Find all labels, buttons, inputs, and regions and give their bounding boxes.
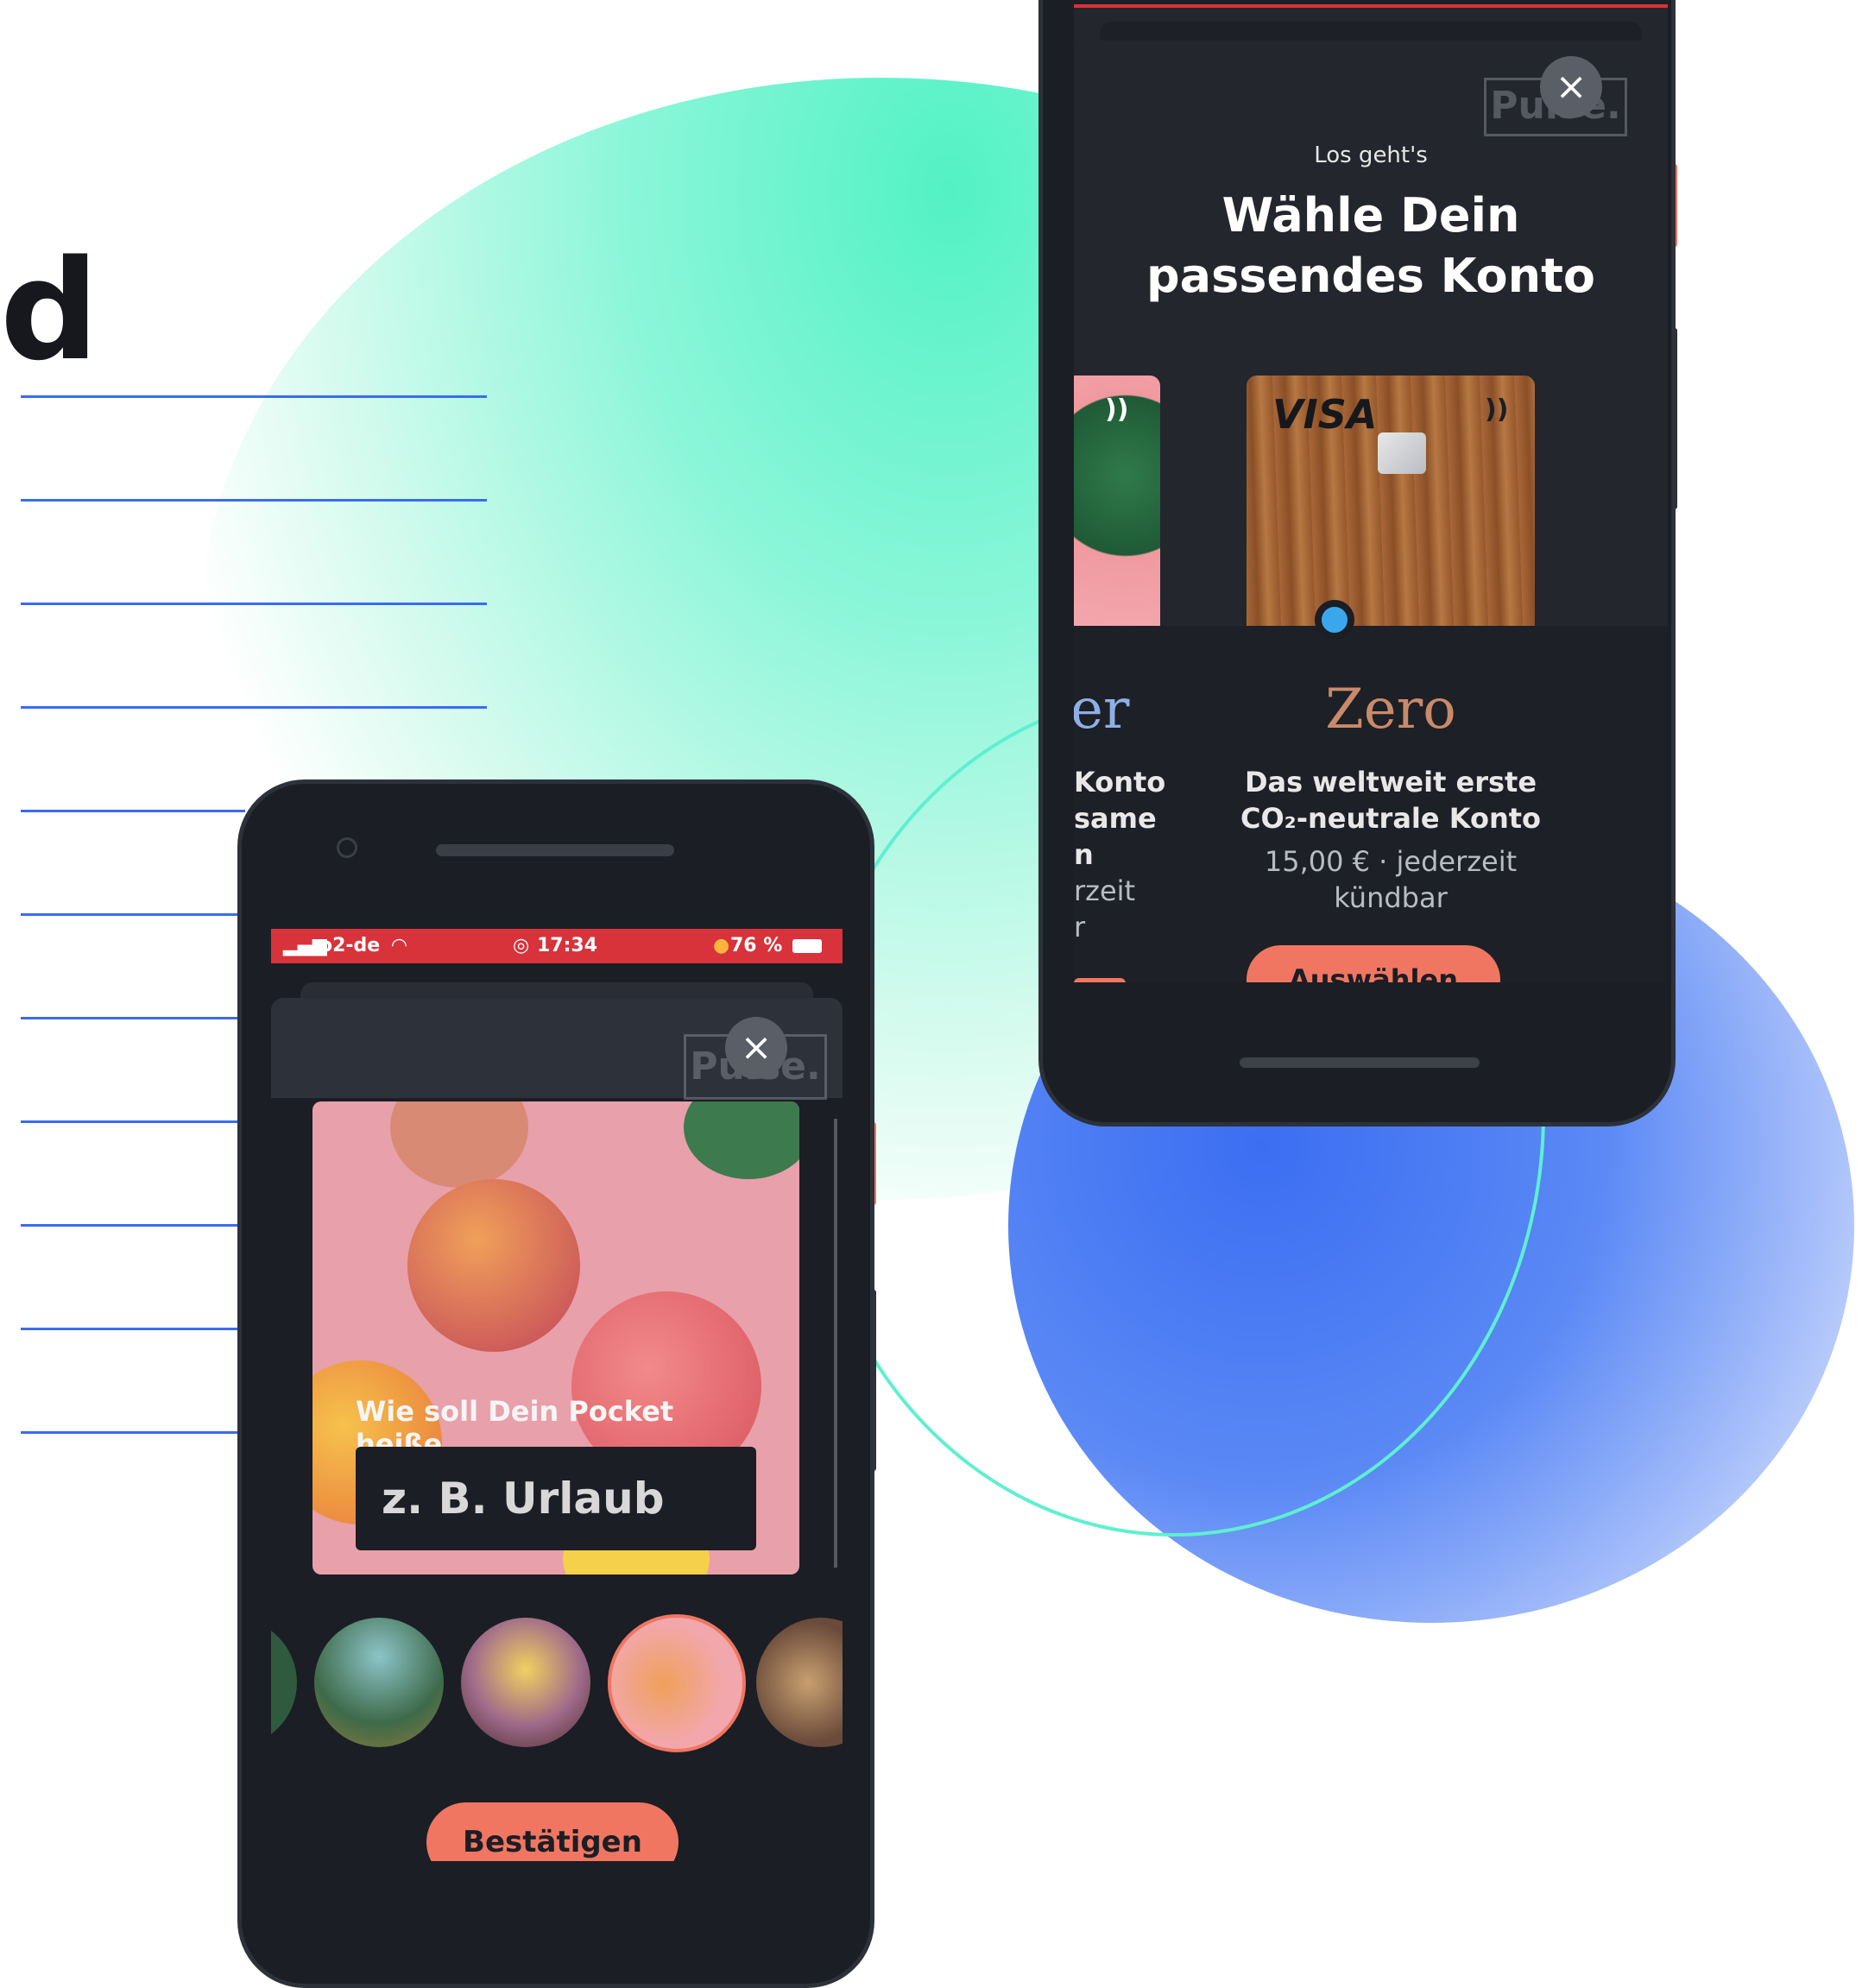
cover-thumbnail[interactable] [271, 1618, 297, 1747]
carrier-label: o2-de [319, 935, 381, 956]
decorative-line [21, 1120, 245, 1123]
carousel-position-dot [1315, 600, 1354, 640]
select-account-button[interactable]: Auswählen [1247, 945, 1500, 982]
card-price-line: kündbar [1334, 881, 1448, 914]
home-indicator[interactable] [1240, 1057, 1480, 1068]
sheet-subtitle: Los geht's [1314, 142, 1428, 168]
card-name-zero: Zero [1325, 678, 1456, 742]
account-selection-screen: Pulse. × Los geht's Wähle Dein passendes… [1074, 4, 1668, 982]
card-description-line: CO₂-neutrale Konto [1240, 802, 1541, 835]
confirm-button[interactable]: Bestätigen [426, 1802, 679, 1861]
alarm-icon: ◎ [513, 935, 530, 956]
card-price: 15,00 € · jederzeit kündbar [1203, 843, 1578, 916]
contactless-icon: )) [1105, 394, 1129, 425]
decorative-line [21, 706, 487, 709]
cover-thumbnail-selected[interactable] [608, 1614, 746, 1752]
card-description-line: Das weltweit erste [1244, 766, 1537, 798]
partial-card-line: rzeit [1074, 874, 1136, 907]
close-icon[interactable]: × [725, 1017, 787, 1079]
sheet-title-line: Wähle Dein [1221, 188, 1520, 243]
left-phone-mockup: ▂▄▆ o2-de ◠ ◎ 17:34 ● 76 % Pulse. × Wie … [237, 779, 874, 1988]
close-icon[interactable]: × [1540, 56, 1602, 118]
scrollbar[interactable] [834, 1119, 837, 1568]
card-price-line: 15,00 € · jederzeit [1264, 845, 1518, 878]
decorative-line [21, 603, 487, 605]
card-zero-wood[interactable]: VISA )) [1247, 376, 1535, 626]
card-description: Das weltweit erste CO₂-neutrale Konto [1203, 764, 1578, 836]
decorative-line [21, 499, 487, 502]
partial-card-line: same [1074, 802, 1157, 835]
clock-time: 17:34 [537, 935, 598, 956]
location-icon: ● [713, 935, 730, 956]
heading-fragment: d [0, 230, 99, 391]
partial-card-line: r [1074, 911, 1086, 944]
card-name-partial: er [1074, 678, 1130, 742]
card-chip-icon [1378, 432, 1426, 474]
decorative-line [21, 913, 245, 916]
front-camera [337, 837, 357, 858]
partial-card-line: n [1074, 838, 1094, 871]
decorative-line [21, 1328, 245, 1330]
pocket-name-screen: Pulse. × Wie soll Dein Pocket heiße... z… [271, 963, 843, 1861]
sheet-title: Wähle Dein passendes Konto [1074, 186, 1668, 306]
phone-speaker [436, 844, 674, 856]
decorative-line [21, 810, 245, 812]
status-bar-strip [1074, 4, 1668, 8]
phone-chin [1043, 982, 1671, 1122]
contactless-icon: )) [1485, 394, 1509, 425]
right-phone-mockup: Pulse. × Los geht's Wähle Dein passendes… [1038, 0, 1676, 1127]
pocket-name-input[interactable]: z. B. Urlaub [356, 1447, 756, 1550]
partial-card-line: Konto [1074, 766, 1166, 798]
battery-icon [792, 939, 822, 953]
decorative-line [21, 1224, 245, 1227]
leaf-illustration [684, 1101, 799, 1179]
visa-logo: VISA [1272, 391, 1378, 438]
status-bar: ▂▄▆ o2-de ◠ ◎ 17:34 ● 76 % [271, 929, 843, 963]
decorative-line [21, 1017, 245, 1019]
card-partial-previous[interactable]: )) [1074, 376, 1160, 626]
cover-thumbnail[interactable] [756, 1618, 843, 1747]
select-button-clip: Auswählen [1247, 945, 1500, 982]
peach-illustration [390, 1101, 528, 1188]
pocket-cover-image: Wie soll Dein Pocket heiße... z. B. Urla… [312, 1101, 799, 1575]
decorative-line [21, 1431, 245, 1434]
decorative-line [21, 395, 487, 398]
cover-thumbnail[interactable] [461, 1618, 590, 1747]
sheet-title-line: passendes Konto [1146, 249, 1595, 303]
wifi-icon: ◠ [392, 935, 407, 956]
cover-thumbnail[interactable] [314, 1618, 444, 1747]
battery-percent: 76 % [730, 935, 783, 956]
peach-illustration [407, 1179, 580, 1352]
